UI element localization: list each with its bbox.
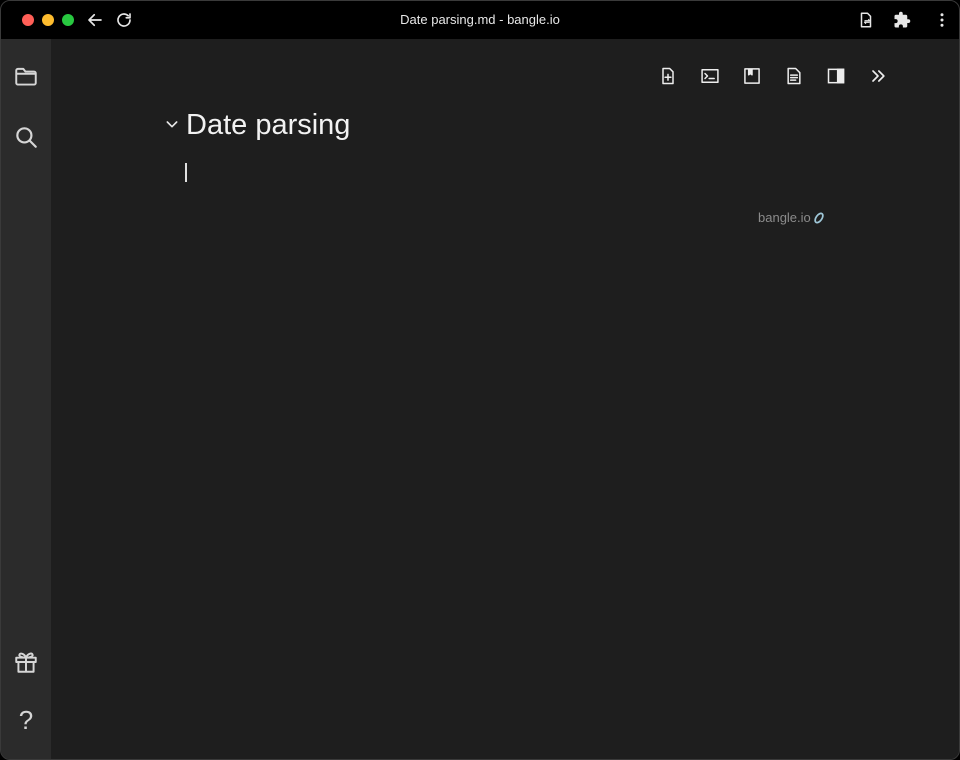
terminal-icon[interactable] (698, 64, 722, 88)
bookmark-icon[interactable] (740, 64, 764, 88)
page-phone-icon[interactable] (856, 10, 876, 30)
heading-row: Date parsing (164, 109, 350, 142)
collapse-chevron-icon[interactable] (164, 116, 180, 132)
app-window: Date parsing.md - bangle.io ? Date parsi… (0, 0, 960, 760)
help-icon[interactable]: ? (12, 706, 40, 734)
kebab-menu-icon[interactable] (932, 10, 952, 30)
text-cursor[interactable] (185, 163, 187, 182)
bangle-logo-icon (814, 212, 824, 223)
folder-icon[interactable] (12, 63, 40, 91)
editor-area: Date parsing bangle.io (51, 39, 959, 759)
window-title: Date parsing.md - bangle.io (400, 12, 560, 27)
activity-bar: ? (1, 39, 51, 759)
extensions-icon[interactable] (892, 10, 912, 30)
new-note-icon[interactable] (656, 64, 680, 88)
sidebar-toggle-icon[interactable] (824, 64, 848, 88)
document-icon[interactable] (782, 64, 806, 88)
note-heading[interactable]: Date parsing (186, 109, 350, 142)
title-bar: Date parsing.md - bangle.io (1, 1, 959, 39)
bangle-watermark: bangle.io (758, 210, 826, 225)
search-icon[interactable] (12, 123, 40, 151)
double-chevron-right-icon[interactable] (866, 64, 890, 88)
help-glyph: ? (18, 705, 34, 735)
gift-icon[interactable] (12, 648, 40, 676)
watermark-text: bangle.io (758, 210, 811, 225)
